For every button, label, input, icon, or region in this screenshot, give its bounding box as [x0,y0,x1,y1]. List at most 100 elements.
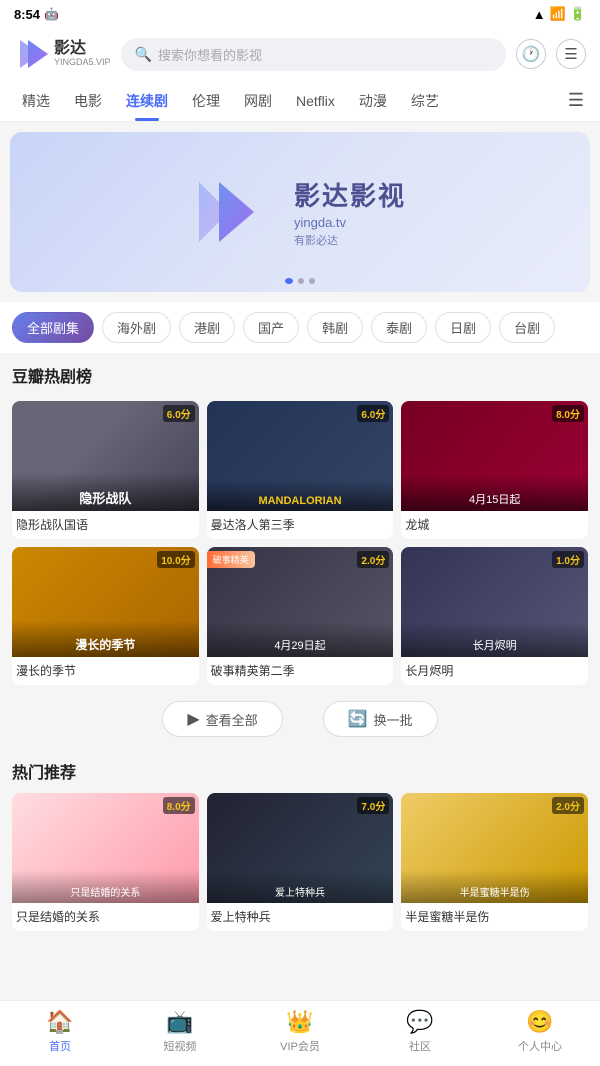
card-1-score: 6.0分 [163,405,195,422]
card-4-img: 10.0分 漫长的季节 [12,547,199,657]
card-3-score: 8.0分 [552,405,584,422]
tab-lianjuju[interactable]: 连续剧 [114,81,180,121]
search-icon: 🔍 [135,46,152,63]
banner-logo-svg [194,177,274,247]
card-6[interactable]: 1.0分 长月烬明 长月烬明 [401,547,588,685]
card-3-title: 龙城 [401,511,588,539]
signal-icon: 📶 [550,6,566,22]
card-6-overlay: 长月烬明 [401,621,588,657]
refresh-button[interactable]: 🔄 换一批 [323,701,438,737]
filter-guochan[interactable]: 国产 [243,312,299,343]
banner[interactable]: 影达影视 yingda.tv 有影必达 [10,132,590,292]
card-5-title: 破事精英第二季 [207,657,394,685]
status-android-icon: 🤖 [44,7,59,21]
action-row: ▶ 查看全部 🔄 换一批 [0,689,600,749]
tab-dongman[interactable]: 动漫 [347,81,399,121]
card-5[interactable]: 破事精英 2.0分 4月29日起 破事精英第二季 [207,547,394,685]
card-1-title: 隐形战队国语 [12,511,199,539]
filter-gang[interactable]: 港剧 [179,312,235,343]
card-3[interactable]: 8.0分 4月15日起 龙城 [401,401,588,539]
filter-tags: 全部剧集 海外剧 港剧 国产 韩剧 泰剧 日剧 台剧 [0,302,600,353]
card-6-img: 1.0分 长月烬明 [401,547,588,657]
banner-dots [285,278,315,284]
logo-text: 影达 YINGDA5.VIP [54,40,111,67]
tab-wangju[interactable]: 网剧 [232,81,284,121]
banner-slogan: 有影必达 [294,232,406,248]
nav-video-label: 短视频 [164,1038,197,1054]
tab-lunli[interactable]: 伦理 [180,81,232,121]
dot-2 [298,278,304,284]
filter-ri[interactable]: 日剧 [435,312,491,343]
card-2[interactable]: MANDALORIAN 6.0分 曼达洛人第三季 [207,401,394,539]
card-1-overlay: 隐形战队 [12,472,199,511]
header-icons: 🕐 ☰ [516,39,586,69]
hot-card-3-overlay: 半是蜜糖半是伤 [401,870,588,903]
tab-dianying[interactable]: 电影 [62,81,114,121]
bottom-nav: 🏠 首页 📺 短视频 👑 VIP会员 💬 社区 😊 个人中心 [0,1000,600,1066]
card-4-title: 漫长的季节 [12,657,199,685]
nav-vip[interactable]: 👑 VIP会员 [270,1009,330,1054]
card-3-overlay: 4月15日起 [401,475,588,511]
tab-jingxuan[interactable]: 精选 [10,81,62,121]
hot-card-1-score: 8.0分 [163,797,195,814]
card-5-overlay: 4月29日起 [207,621,394,657]
nav-community-label: 社区 [409,1038,431,1054]
logo-svg [14,36,50,72]
banner-content: 影达影视 yingda.tv 有影必达 [194,176,406,248]
dot-3 [309,278,315,284]
card-4[interactable]: 10.0分 漫长的季节 漫长的季节 [12,547,199,685]
nav-home[interactable]: 🏠 首页 [30,1009,90,1054]
play-circle-icon: ▶ [187,709,199,729]
search-placeholder: 搜索你想看的影视 [158,45,262,64]
filter-tai[interactable]: 泰剧 [371,312,427,343]
filter-taiwan[interactable]: 台剧 [499,312,555,343]
hot-cards: 8.0分 只是结婚的关系 只是结婚的关系 7.0分 爱上特种兵 爱上特种兵 2.… [12,793,588,931]
card-6-title: 长月烬明 [401,657,588,685]
status-bar: 8:54 🤖 ▲ 📶 🔋 [0,0,600,28]
douban-cards: 隐形战队 6.0分 隐形战队国语 MANDALORIAN 6.0分 曼达洛人第三… [12,401,588,685]
nav-video[interactable]: 📺 短视频 [150,1009,210,1054]
logo-area: 影达 YINGDA5.VIP [14,36,111,72]
hot-card-2-img: 7.0分 爱上特种兵 [207,793,394,903]
more-menu-icon[interactable]: ☰ [562,80,590,121]
banner-text: 影达影视 yingda.tv 有影必达 [294,176,406,248]
card-1[interactable]: 隐形战队 6.0分 隐形战队国语 [12,401,199,539]
history-button[interactable]: 🕐 [516,39,546,69]
filter-all[interactable]: 全部剧集 [12,312,94,343]
tab-netflix[interactable]: Netflix [284,83,347,119]
nav-tabs: 精选 电影 连续剧 伦理 网剧 Netflix 动漫 综艺 ☰ [0,80,600,122]
nav-profile-label: 个人中心 [518,1038,562,1054]
view-all-button[interactable]: ▶ 查看全部 [162,701,282,737]
filter-han[interactable]: 韩剧 [307,312,363,343]
nav-community[interactable]: 💬 社区 [390,1009,450,1054]
hot-card-2-overlay: 爱上特种兵 [207,870,394,903]
nav-vip-label: VIP会员 [280,1038,320,1054]
hot-card-1-img: 8.0分 只是结婚的关系 [12,793,199,903]
refresh-icon: 🔄 [348,709,368,729]
status-left: 8:54 🤖 [14,7,59,22]
douban-grid: 隐形战队 6.0分 隐形战队国语 MANDALORIAN 6.0分 曼达洛人第三… [0,401,600,689]
search-bar[interactable]: 🔍 搜索你想看的影视 [121,38,506,71]
card-5-img: 破事精英 2.0分 4月29日起 [207,547,394,657]
logo-cn: 影达 [54,40,111,58]
banner-url: yingda.tv [294,215,406,230]
hot-card-2-title: 爱上特种兵 [207,903,394,931]
status-right: ▲ 📶 🔋 [533,6,586,22]
filter-haiwai[interactable]: 海外剧 [102,312,171,343]
wifi-icon: ▲ [533,7,546,22]
hot-card-1[interactable]: 8.0分 只是结婚的关系 只是结婚的关系 [12,793,199,931]
dot-1 [285,278,293,284]
battery-icon: 🔋 [570,6,586,22]
community-icon: 💬 [406,1009,433,1035]
status-time: 8:54 [14,7,40,22]
hot-card-2[interactable]: 7.0分 爱上特种兵 爱上特种兵 [207,793,394,931]
menu-button[interactable]: ☰ [556,39,586,69]
view-all-label: 查看全部 [206,710,258,729]
hot-card-3[interactable]: 2.0分 半是蜜糖半是伤 半是蜜糖半是伤 [401,793,588,931]
hot-section-title: 热门推荐 [12,753,588,783]
nav-profile[interactable]: 😊 个人中心 [510,1009,570,1054]
hot-card-3-score: 2.0分 [552,797,584,814]
card-2-img: MANDALORIAN 6.0分 [207,401,394,511]
video-icon: 📺 [166,1009,193,1035]
tab-zongyi[interactable]: 综艺 [399,81,451,121]
